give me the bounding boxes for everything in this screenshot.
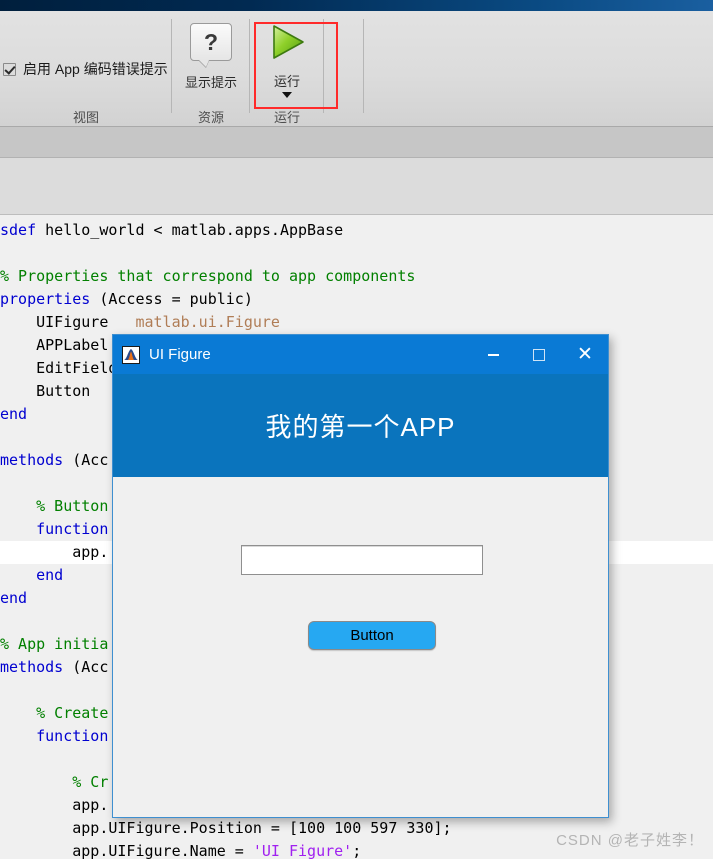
close-icon: ✕ (577, 344, 593, 365)
code-token: APPLabel (0, 336, 109, 354)
error-hint-checkbox-row[interactable]: 启用 App 编码错误提示 (3, 59, 168, 79)
app-title-label: 我的第一个APP (265, 412, 456, 442)
matlab-membrane-icon (122, 345, 140, 364)
app-action-button[interactable]: Button (308, 621, 436, 650)
code-token: app. (0, 543, 109, 561)
code-token: ; (352, 842, 362, 859)
ribbon-group-resource: ? 显示提示 资源 (172, 11, 250, 127)
code-token: % App initia (0, 635, 109, 653)
code-token: end (0, 589, 28, 607)
desktop-background-strip (0, 0, 713, 11)
code-token: sdef (0, 221, 37, 239)
play-triangle-icon (265, 23, 309, 61)
ribbon-group-overflow (324, 11, 364, 127)
maximize-button[interactable] (516, 335, 562, 374)
checkbox-icon[interactable] (3, 62, 16, 76)
toolstrip-lower-band (0, 127, 713, 158)
code-line[interactable]: sdef hello_world < matlab.apps.AppBase (0, 219, 713, 242)
watermark-text: CSDN @老子姓李！ (556, 832, 704, 849)
editor-tab-band (0, 158, 713, 215)
code-token: % Cr (0, 773, 109, 791)
ribbon-group-label-resource: 资源 (197, 110, 224, 125)
code-token: app.UIFigure.Name = (0, 842, 253, 859)
question-mark-icon: ? (190, 23, 232, 61)
code-line[interactable]: properties (Access = public) (0, 288, 713, 311)
code-token: EditField (0, 359, 118, 377)
code-token: function (0, 520, 109, 538)
ui-figure-body: Button (113, 477, 608, 817)
code-line[interactable] (0, 242, 713, 265)
code-token: end (0, 566, 64, 584)
minimize-button[interactable] (470, 335, 516, 374)
code-token: (Access = public) (90, 290, 253, 308)
run-button[interactable]: 运行 (252, 23, 322, 98)
ribbon-group-label-view: 视图 (72, 110, 99, 125)
code-line[interactable]: UIFigure matlab.ui.Figure (0, 311, 713, 334)
code-token: methods (0, 451, 64, 469)
code-token: UIFigure (0, 313, 136, 331)
code-token: 'UI Figure' (252, 842, 353, 859)
ui-figure-window[interactable]: UI Figure ✕ 我的第一个APP Button (112, 334, 609, 818)
ribbon-group-run: 运行 运行 (250, 11, 324, 127)
close-button[interactable]: ✕ (562, 335, 608, 374)
code-token: matlab.ui.Figure (135, 313, 280, 331)
code-token: < matlab.apps.AppBase (153, 221, 344, 239)
edit-field[interactable] (241, 545, 483, 575)
code-token: (Acc (63, 451, 109, 469)
code-token: hello_world (36, 221, 154, 239)
ui-figure-title-text: UI Figure (149, 346, 211, 363)
error-hint-checkbox-label: 启用 App 编码错误提示 (23, 61, 168, 77)
ribbon-group-label-run: 运行 (273, 110, 300, 125)
show-hints-label: 显示提示 (184, 75, 237, 90)
code-token: % Create (0, 704, 109, 722)
code-token: function (0, 727, 109, 745)
code-token: app. (0, 796, 109, 814)
chevron-down-icon[interactable] (282, 92, 292, 98)
code-token: % Properties that correspond to app comp… (0, 267, 416, 285)
app-root: 启用 App 编码错误提示 视图 ? 显示提示 资源 运行 运行 sdef he… (0, 0, 713, 859)
code-token: (Acc (63, 658, 109, 676)
run-button-label: 运行 (273, 74, 300, 89)
ribbon-toolbar: 启用 App 编码错误提示 视图 ? 显示提示 资源 运行 运行 (0, 11, 713, 127)
code-line[interactable]: % Properties that correspond to app comp… (0, 265, 713, 288)
ui-figure-titlebar[interactable]: UI Figure ✕ (113, 335, 608, 374)
window-controls: ✕ (470, 335, 608, 374)
code-token: Button (0, 382, 91, 400)
code-token: end (0, 405, 28, 423)
maximize-icon (533, 348, 545, 361)
code-token: % Button (0, 497, 109, 515)
code-token: properties (0, 290, 91, 308)
app-banner: 我的第一个APP (113, 374, 608, 477)
code-token: methods (0, 658, 64, 676)
minimize-icon (487, 353, 499, 356)
ribbon-group-view: 启用 App 编码错误提示 视图 (0, 11, 172, 127)
show-hints-button[interactable]: ? 显示提示 (174, 23, 248, 91)
code-token: app.UIFigure.Position = [100 100 597 330… (0, 819, 452, 837)
ribbon-separator (363, 19, 364, 113)
